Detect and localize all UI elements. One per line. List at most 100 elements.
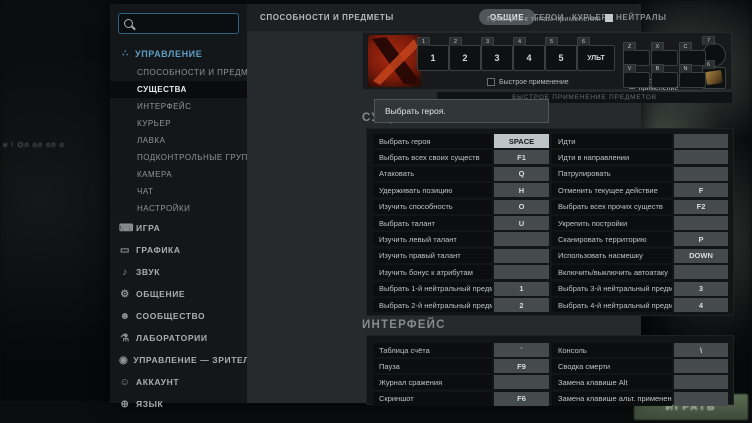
item-slot-B[interactable] bbox=[651, 72, 678, 88]
sidebar-menu-4[interactable]: ☻СООБЩЕСТВО bbox=[110, 305, 247, 327]
bind-type-label: Привязка к типам применения bbox=[487, 14, 601, 23]
binding-key-button[interactable]: ` bbox=[494, 343, 549, 357]
item-slot-V[interactable] bbox=[623, 72, 650, 88]
binding-label: Укрепить постройки bbox=[552, 216, 672, 230]
dota-logo bbox=[368, 35, 421, 87]
binding-key-button[interactable]: F1 bbox=[494, 150, 549, 164]
ability-slot-key-tab[interactable]: 2 bbox=[449, 37, 462, 46]
sidebar-item-2[interactable]: ИНТЕРФЕЙС bbox=[110, 98, 247, 115]
ability-quickcast-checkbox-row[interactable]: Быстрое применение bbox=[487, 78, 569, 86]
sidebar-item-7[interactable]: ЧАТ bbox=[110, 183, 247, 200]
binding-label: Консоль bbox=[552, 343, 672, 357]
binding-key-button[interactable]: DOWN bbox=[674, 249, 728, 263]
sidebar-group-control[interactable]: ∴ УПРАВЛЕНИЕ bbox=[110, 45, 247, 62]
binding-key-button[interactable]: 4 bbox=[674, 298, 728, 312]
sidebar-item-3[interactable]: КУРЬЕР bbox=[110, 115, 247, 132]
ability-slot-2[interactable]: 2 bbox=[449, 45, 481, 71]
sound-icon: ♪ bbox=[119, 267, 131, 278]
ability-slot-4[interactable]: 4 bbox=[513, 45, 545, 71]
sidebar-menu-3[interactable]: ⚙ОБЩЕНИЕ bbox=[110, 283, 247, 305]
binding-key-button[interactable] bbox=[674, 392, 728, 406]
binding-key-button[interactable] bbox=[494, 265, 549, 279]
binding-key-button[interactable]: U bbox=[494, 216, 549, 230]
sidebar-item-6[interactable]: КАМЕРА bbox=[110, 166, 247, 183]
ability-slot-УЛЬТ[interactable]: УЛЬТ bbox=[577, 45, 615, 71]
sidebar-menu-7[interactable]: ☺АККАУНТ bbox=[110, 371, 247, 393]
binding-key-button[interactable] bbox=[674, 265, 728, 279]
sidebar-menu-6[interactable]: ◉УПРАВЛЕНИЕ — ЗРИТЕЛЬ bbox=[110, 349, 247, 371]
sidebar-menu-1[interactable]: ▭ГРАФИКА bbox=[110, 239, 247, 261]
screen: и ! Ол ол ол о ИГРАТЬ ∴ УПРАВЛЕНИЕ СПОСО… bbox=[0, 0, 752, 423]
binding-key-button[interactable]: F bbox=[674, 183, 728, 197]
spectator-icon: ◉ bbox=[119, 355, 128, 366]
binding-label: Идти bbox=[552, 134, 672, 148]
binding-label: Скриншот bbox=[373, 392, 492, 406]
binding-key-button[interactable] bbox=[674, 375, 728, 389]
search-input[interactable] bbox=[138, 18, 232, 30]
item-slot-key-tab[interactable]: C bbox=[679, 42, 692, 51]
sidebar-menu-8[interactable]: ⊕ЯЗЫК bbox=[110, 393, 247, 415]
ability-slot-key-tab[interactable]: 3 bbox=[481, 37, 494, 46]
sidebar-nav-list: СПОСОБНОСТИ И ПРЕДМЕТЫСУЩЕСТВАИНТЕРФЕЙСК… bbox=[110, 64, 247, 217]
sidebar-menu-2[interactable]: ♪ЗВУК bbox=[110, 261, 247, 283]
item-slot-key-tab[interactable]: B bbox=[651, 64, 664, 73]
section-title-interface: ИНТЕРФЕЙС bbox=[362, 319, 446, 331]
item-slot-key-tab[interactable]: N bbox=[679, 64, 692, 73]
binding-key-button[interactable]: Q bbox=[494, 167, 549, 181]
binding-key-button[interactable]: \ bbox=[674, 343, 728, 357]
magnifier-icon bbox=[124, 19, 133, 28]
binding-key-button[interactable] bbox=[674, 150, 728, 164]
binding-key-button[interactable]: SPACE bbox=[494, 134, 549, 148]
item-slot-N[interactable] bbox=[679, 72, 706, 88]
ability-slot-key-tab[interactable]: 6 bbox=[577, 37, 590, 46]
ability-quickcast-label: Быстрое применение bbox=[499, 79, 569, 86]
sidebar-menu-0[interactable]: ⌨ИГРА bbox=[110, 217, 247, 239]
tp-slot-key-tab[interactable]: 7 bbox=[702, 36, 715, 45]
binding-label: Патрулировать bbox=[552, 167, 672, 181]
control-cluster-icon: ∴ bbox=[120, 48, 131, 59]
binding-label: Выбрать талант bbox=[373, 216, 492, 230]
ability-slot-1[interactable]: 1 bbox=[417, 45, 449, 71]
sidebar-item-4[interactable]: ЛАВКА bbox=[110, 132, 247, 149]
sidebar-item-0[interactable]: СПОСОБНОСТИ И ПРЕДМЕТЫ bbox=[110, 64, 247, 81]
binding-key-button[interactable] bbox=[674, 134, 728, 148]
tab-abilities-items[interactable]: СПОСОБНОСТИ И ПРЕДМЕТЫ bbox=[260, 13, 394, 22]
binding-key-button[interactable] bbox=[674, 216, 728, 230]
binding-key-button[interactable] bbox=[494, 375, 549, 389]
sidebar-item-5[interactable]: ПОДКОНТРОЛЬНЫЕ ГРУППЫ bbox=[110, 149, 247, 166]
sidebar-item-1[interactable]: СУЩЕСТВА bbox=[110, 81, 247, 98]
binding-key-button[interactable]: F6 bbox=[494, 392, 549, 406]
sidebar-item-8[interactable]: НАСТРОЙКИ bbox=[110, 200, 247, 217]
ability-slot-3[interactable]: 3 bbox=[481, 45, 513, 71]
binding-key-button[interactable]: 1 bbox=[494, 282, 549, 296]
item-slot-key-tab[interactable]: Z bbox=[623, 42, 636, 51]
sidebar-menu-label: ГРАФИКА bbox=[136, 245, 181, 255]
binding-key-button[interactable]: 2 bbox=[494, 298, 549, 312]
binding-label: Сканировать территорию bbox=[552, 232, 672, 246]
search-box[interactable] bbox=[118, 13, 239, 34]
ability-quickcast-checkbox[interactable] bbox=[487, 78, 495, 86]
binding-label: Изучить бонус к атрибутам bbox=[373, 265, 492, 279]
binding-key-button[interactable]: F2 bbox=[674, 200, 728, 214]
binding-key-button[interactable]: O bbox=[494, 200, 549, 214]
binding-key-button[interactable]: H bbox=[494, 183, 549, 197]
ability-slot-5[interactable]: 5 bbox=[545, 45, 577, 71]
binding-key-button[interactable]: F9 bbox=[494, 359, 549, 373]
item-slot-key-tab[interactable]: X bbox=[651, 42, 664, 51]
ability-slot-key-tab[interactable]: 5 bbox=[545, 37, 558, 46]
binding-key-button[interactable] bbox=[674, 167, 728, 181]
communication-icon: ⚙ bbox=[119, 289, 131, 300]
binding-key-button[interactable] bbox=[494, 249, 549, 263]
ability-slot-key-tab[interactable]: 1 bbox=[417, 37, 430, 46]
tab-neutrals[interactable]: НЕЙТРАЛЫ bbox=[616, 13, 667, 22]
binding-key-button[interactable]: P bbox=[674, 232, 728, 246]
ability-slot-key-tab[interactable]: 4 bbox=[513, 37, 526, 46]
binding-key-button[interactable] bbox=[494, 232, 549, 246]
sidebar-menu-5[interactable]: ⚗ЛАБОРАТОРИИ bbox=[110, 327, 247, 349]
binding-key-button[interactable]: 3 bbox=[674, 282, 728, 296]
sidebar-menu-label: ЯЗЫК bbox=[136, 399, 163, 409]
item-slot-key-tab[interactable]: V bbox=[623, 64, 636, 73]
binding-key-button[interactable] bbox=[674, 359, 728, 373]
bind-type-checkbox[interactable] bbox=[605, 14, 613, 22]
sidebar-menu-label: УПРАВЛЕНИЕ — ЗРИТЕЛЬ bbox=[133, 355, 256, 365]
